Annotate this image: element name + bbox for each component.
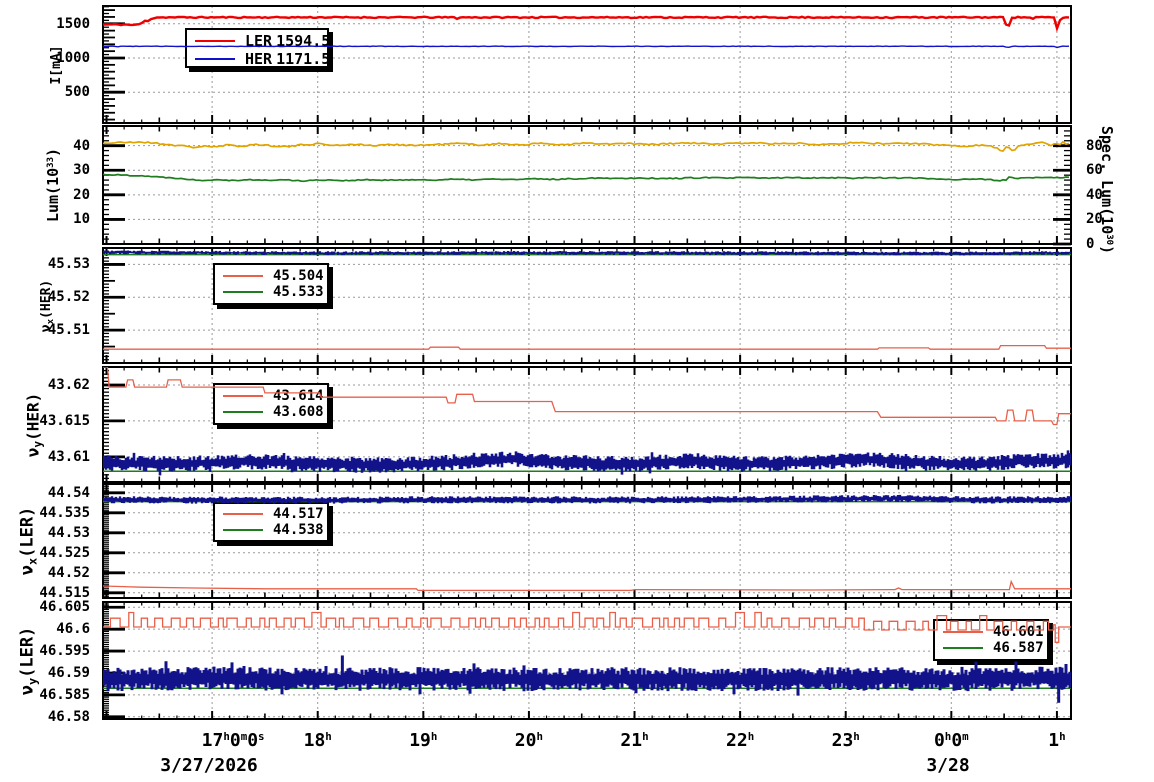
legend-entry: 44.517: [223, 506, 324, 522]
legend-nu-y-her: 43.614 43.608: [213, 383, 329, 425]
accelerator-status-strip-chart: LER 1594.5 HER 1171.5 45.504 45.533 43.614 43.6…: [0, 0, 1154, 782]
legend-entry: 43.608: [223, 404, 324, 420]
legend-entry: 43.614: [223, 388, 324, 404]
legend-layer: LER 1594.5 HER 1171.5 45.504 45.533 43.614 43.6…: [0, 0, 1154, 782]
legend-entry: HER 1171.5: [195, 50, 330, 68]
legend-entry: 46.587: [943, 640, 1044, 656]
legend-series-value: 1594.5: [276, 32, 331, 50]
legend-line-sample: [223, 274, 263, 277]
legend-series-value: 43.608: [273, 404, 324, 421]
legend-line-sample: [223, 394, 263, 397]
legend-line-sample: [223, 411, 263, 414]
legend-series-value: 43.614: [273, 387, 324, 404]
legend-line-sample: [943, 630, 983, 633]
legend-beam-current: LER 1594.5 HER 1171.5: [185, 28, 330, 68]
legend-series-value: 44.517: [273, 506, 324, 522]
legend-line-sample: [195, 58, 235, 60]
legend-line-sample: [943, 647, 983, 650]
legend-line-sample: [223, 529, 263, 531]
legend-series-value: 46.587: [993, 640, 1044, 657]
legend-entry: 46.601: [943, 624, 1044, 640]
legend-series-value: 45.533: [273, 284, 324, 301]
legend-entry: LER 1594.5: [195, 32, 330, 50]
legend-series-label: LER: [245, 32, 273, 50]
legend-nu-x-ler: 44.517 44.538: [213, 502, 329, 542]
legend-series-value: 1171.5: [276, 50, 331, 68]
date-label-start: 3/27/2026: [160, 755, 258, 776]
legend-line-sample: [195, 40, 235, 42]
legend-series-value: 45.504: [273, 267, 324, 284]
legend-series-value: 44.538: [273, 522, 324, 538]
legend-entry: 44.538: [223, 522, 324, 538]
legend-entry: 45.504: [223, 268, 324, 284]
legend-line-sample: [223, 513, 263, 515]
date-label-end: 3/28: [926, 755, 970, 776]
legend-series-label: HER: [245, 50, 273, 68]
legend-line-sample: [223, 291, 263, 294]
legend-nu-x-her: 45.504 45.533: [213, 263, 329, 305]
legend-entry: 45.533: [223, 284, 324, 300]
legend-series-value: 46.601: [993, 623, 1044, 640]
legend-nu-y-ler: 46.601 46.587: [933, 619, 1049, 661]
